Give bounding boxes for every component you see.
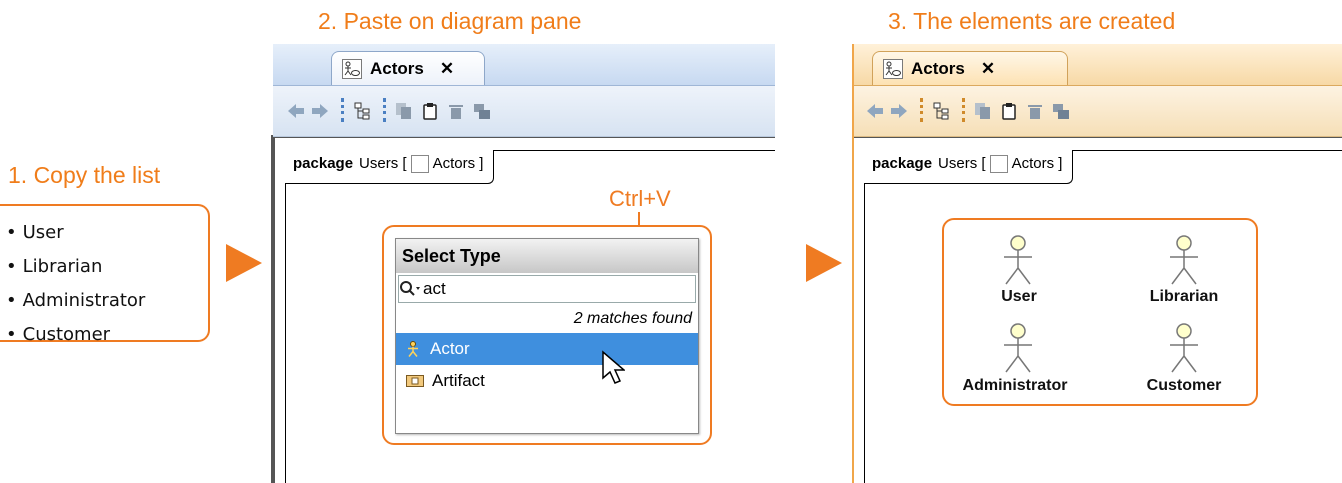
back-arrow-icon[interactable] xyxy=(866,102,884,120)
package-keyword: package xyxy=(293,155,354,172)
diagram-icon xyxy=(342,58,362,79)
actor-icon xyxy=(1004,323,1032,373)
search-icon xyxy=(400,281,420,296)
package-name: Users xyxy=(359,155,399,172)
list-item: User xyxy=(6,216,145,250)
tab-actors[interactable]: Actors ✕ xyxy=(872,51,1068,85)
result-label: Artifact xyxy=(432,371,485,390)
tab-bar: Actors ✕ xyxy=(852,44,1342,86)
pane-border xyxy=(271,135,273,483)
bracket-close: ] xyxy=(479,155,484,172)
paste-icon[interactable] xyxy=(421,102,439,120)
close-icon[interactable]: ✕ xyxy=(981,59,995,79)
result-label: Actor xyxy=(430,339,470,358)
tab-actors[interactable]: Actors ✕ xyxy=(331,51,485,85)
tab-label: Actors xyxy=(370,58,424,78)
package-frame-label: package Users [ Actors ] xyxy=(285,150,495,184)
delete-icon[interactable] xyxy=(1026,102,1044,120)
select-type-dialog: Select Type act 2 matches found Actor Ar… xyxy=(395,238,699,434)
bracket-open: [ xyxy=(402,155,407,172)
result-item-artifact[interactable]: Artifact xyxy=(396,365,698,397)
toolbar-separator xyxy=(341,98,346,122)
toolbar xyxy=(852,86,1342,137)
step-arrow xyxy=(226,244,262,282)
actor-label-administrator: Administrator xyxy=(962,377,1068,394)
list-item: Administrator xyxy=(6,284,146,318)
forward-arrow-icon[interactable] xyxy=(890,102,908,120)
search-value: act xyxy=(423,279,446,298)
layers-icon[interactable] xyxy=(1052,102,1070,120)
result-item-actor[interactable]: Actor xyxy=(396,333,698,365)
list-item: Librarian xyxy=(6,250,145,284)
toolbar-separator xyxy=(383,98,388,122)
tab-label: Actors xyxy=(911,58,965,78)
package-frame-label: package Users [ Actors ] xyxy=(864,150,1074,184)
package-name: Users xyxy=(938,155,978,172)
step1-title: 1. Copy the list xyxy=(8,162,161,188)
back-arrow-icon[interactable] xyxy=(287,102,305,120)
diagram-icon xyxy=(883,58,903,79)
artifact-icon xyxy=(406,375,424,387)
dialog-title: Select Type xyxy=(396,239,698,273)
step2-title: 2. Paste on diagram pane xyxy=(318,8,582,34)
copy-icon[interactable] xyxy=(974,102,992,120)
forward-arrow-icon[interactable] xyxy=(311,102,329,120)
actor-icon xyxy=(408,341,418,357)
tree-icon[interactable] xyxy=(932,102,950,120)
copied-list-highlight: User Librarian Administrator Customer xyxy=(0,204,210,345)
toolbar-separator xyxy=(962,98,967,122)
bracket-close: ] xyxy=(1058,155,1063,172)
diagram-icon xyxy=(989,155,1008,174)
tree-icon[interactable] xyxy=(353,102,371,120)
actor-icon xyxy=(1170,235,1198,285)
actor-label-customer: Customer xyxy=(1146,377,1222,394)
actor-label-librarian: Librarian xyxy=(1149,288,1219,305)
diagram-name: Actors xyxy=(1011,155,1055,172)
copy-icon[interactable] xyxy=(395,102,413,120)
shortcut-hint: Ctrl+V xyxy=(609,186,671,211)
shortcut-connector xyxy=(638,212,640,226)
close-icon[interactable]: ✕ xyxy=(440,59,454,79)
list-item: Customer xyxy=(6,318,145,352)
actor-icon xyxy=(1170,323,1198,373)
step3-title: 3. The elements are created xyxy=(888,8,1176,34)
mouse-cursor-icon xyxy=(602,350,625,384)
match-count: 2 matches found xyxy=(573,310,692,327)
diagram-icon xyxy=(410,155,429,174)
diagram-name: Actors xyxy=(432,155,476,172)
pane-border xyxy=(852,44,854,483)
delete-icon[interactable] xyxy=(447,102,465,120)
copied-list: User Librarian Administrator Customer xyxy=(6,216,146,352)
paste-icon[interactable] xyxy=(1000,102,1018,120)
toolbar-separator xyxy=(920,98,925,122)
package-keyword: package xyxy=(872,155,933,172)
bracket-open: [ xyxy=(981,155,986,172)
actor-icon xyxy=(1004,235,1032,285)
search-field[interactable]: act xyxy=(398,275,696,303)
step-arrow xyxy=(806,244,842,282)
layers-icon[interactable] xyxy=(473,102,491,120)
actor-label-user: User xyxy=(1001,288,1037,305)
